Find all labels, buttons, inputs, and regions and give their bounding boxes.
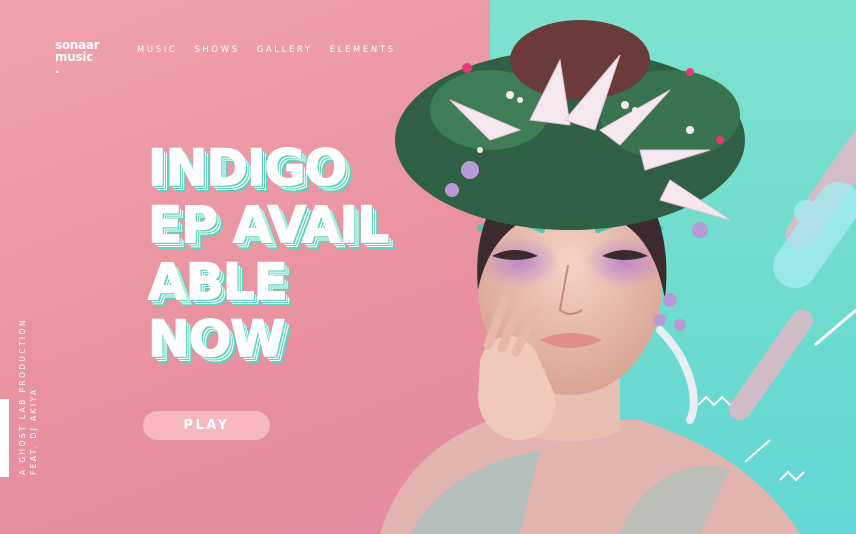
credit-line-2: FEAT. DJ AKIYA <box>29 387 38 475</box>
credit-line-1: A GHOST LAB PRODUCTION <box>18 318 27 475</box>
nav-item-music[interactable]: MUSIC <box>137 45 177 55</box>
nav-item-gallery[interactable]: GALLERY <box>257 45 313 55</box>
play-button[interactable]: PLAY <box>143 411 270 440</box>
headline-line-4: NOW <box>147 310 286 369</box>
brand-logo[interactable]: sonaar music. <box>55 39 100 76</box>
hero-headline: INDIGO EP AVAIL ABLE NOW <box>147 139 508 369</box>
brand-line-2: music <box>55 50 93 64</box>
headline-line-1: INDIGO <box>147 139 348 198</box>
side-accent-bar <box>0 399 9 477</box>
headline-line-2: EP AVAIL <box>147 196 389 255</box>
production-credit: A GHOST LAB PRODUCTION FEAT. DJ AKIYA <box>17 318 39 475</box>
nav-item-shows[interactable]: SHOWS <box>194 45 239 55</box>
headline-line-3: ABLE <box>147 253 288 312</box>
main-nav: MUSIC SHOWS GALLERY ELEMENTS <box>137 45 413 55</box>
brand-dot: . <box>55 62 60 76</box>
nav-item-elements[interactable]: ELEMENTS <box>330 45 396 55</box>
